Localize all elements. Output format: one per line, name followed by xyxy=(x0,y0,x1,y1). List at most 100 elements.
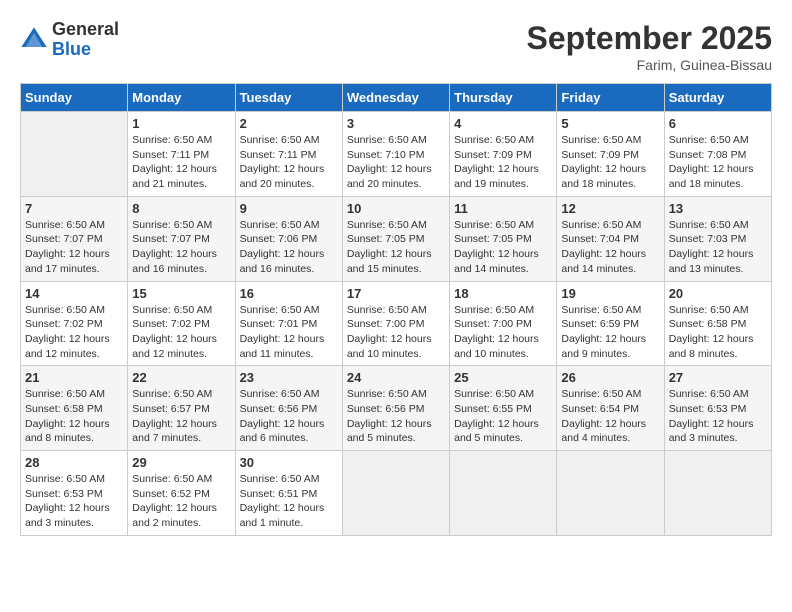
day-cell: 8Sunrise: 6:50 AM Sunset: 7:07 PM Daylig… xyxy=(128,196,235,281)
day-info: Sunrise: 6:50 AM Sunset: 7:04 PM Dayligh… xyxy=(561,218,659,277)
day-info: Sunrise: 6:50 AM Sunset: 7:11 PM Dayligh… xyxy=(240,133,338,192)
day-cell: 13 Sunrise: 6:50 AM Sunset: 7:03 PM Dayli… xyxy=(664,196,771,281)
day-cell xyxy=(450,451,557,536)
day-number: 19 xyxy=(561,286,659,301)
day-number: 15 xyxy=(132,286,230,301)
day-cell: 3Sunrise: 6:50 AM Sunset: 7:10 PM Daylig… xyxy=(342,112,449,197)
day-cell: 25Sunrise: 6:50 AM Sunset: 6:55 PM Dayli… xyxy=(450,366,557,451)
day-info: Sunrise: 6:50 AM Sunset: 6:55 PM Dayligh… xyxy=(454,387,552,446)
header-wednesday: Wednesday xyxy=(342,84,449,112)
day-number: 29 xyxy=(132,455,230,470)
calendar-body: 1 Sunrise: 6:50 AM Sunset: 7:11 PM Daylig… xyxy=(21,112,772,536)
week-row-1: 7 Sunrise: 6:50 AM Sunset: 7:07 PM Daylig… xyxy=(21,196,772,281)
day-info: Sunrise: 6:50 AM Sunset: 7:07 PM Dayligh… xyxy=(132,218,230,277)
day-info: Sunrise: 6:50 AM Sunset: 6:53 PM Dayligh… xyxy=(669,387,767,446)
header-sunday: Sunday xyxy=(21,84,128,112)
day-info: Sunrise: 6:50 AM Sunset: 7:00 PM Dayligh… xyxy=(454,303,552,362)
day-info: Sunrise: 6:50 AM Sunset: 6:53 PM Dayligh… xyxy=(25,472,123,531)
day-cell: 21 Sunrise: 6:50 AM Sunset: 6:58 PM Dayli… xyxy=(21,366,128,451)
header-row: SundayMondayTuesdayWednesdayThursdayFrid… xyxy=(21,84,772,112)
day-info: Sunrise: 6:50 AM Sunset: 6:58 PM Dayligh… xyxy=(669,303,767,362)
day-cell: 7Sunrise: 6:50 AM Sunset: 7:07 PM Daylig… xyxy=(21,196,128,281)
day-info: Sunrise: 6:50 AM Sunset: 6:56 PM Dayligh… xyxy=(240,387,338,446)
day-info: Sunrise: 6:50 AM Sunset: 6:52 PM Dayligh… xyxy=(132,472,230,531)
day-cell: 5 Sunrise: 6:50 AM Sunset: 7:09 PM Daylig… xyxy=(557,112,664,197)
day-number: 26 xyxy=(561,370,659,385)
day-info: Sunrise: 6:50 AM Sunset: 6:58 PM Dayligh… xyxy=(25,387,123,446)
title-block: September 2025 Farim, Guinea-Bissau xyxy=(527,20,772,73)
day-cell xyxy=(342,451,449,536)
day-info: Sunrise: 6:50 AM Sunset: 7:02 PM Dayligh… xyxy=(132,303,230,362)
header-tuesday: Tuesday xyxy=(235,84,342,112)
week-row-2: 14Sunrise: 6:50 AM Sunset: 7:02 PM Dayli… xyxy=(21,281,772,366)
day-number: 7 xyxy=(25,201,123,216)
day-number: 4 xyxy=(454,116,552,131)
day-info: Sunrise: 6:50 AM Sunset: 7:09 PM Dayligh… xyxy=(561,133,659,192)
day-number: 6 xyxy=(669,116,767,131)
day-info: Sunrise: 6:50 AM Sunset: 7:09 PM Dayligh… xyxy=(454,133,552,192)
day-info: Sunrise: 6:50 AM Sunset: 6:54 PM Dayligh… xyxy=(561,387,659,446)
day-info: Sunrise: 6:50 AM Sunset: 7:01 PM Dayligh… xyxy=(240,303,338,362)
day-number: 3 xyxy=(347,116,445,131)
day-number: 12 xyxy=(561,201,659,216)
day-info: Sunrise: 6:50 AM Sunset: 7:11 PM Dayligh… xyxy=(132,133,230,192)
header-friday: Friday xyxy=(557,84,664,112)
day-number: 18 xyxy=(454,286,552,301)
day-cell: 26 Sunrise: 6:50 AM Sunset: 6:54 PM Dayli… xyxy=(557,366,664,451)
day-cell xyxy=(664,451,771,536)
day-cell: 17 Sunrise: 6:50 AM Sunset: 7:00 PM Dayli… xyxy=(342,281,449,366)
day-cell: 6 Sunrise: 6:50 AM Sunset: 7:08 PM Daylig… xyxy=(664,112,771,197)
day-number: 10 xyxy=(347,201,445,216)
day-cell: 19 Sunrise: 6:50 AM Sunset: 6:59 PM Dayli… xyxy=(557,281,664,366)
day-number: 30 xyxy=(240,455,338,470)
day-cell: 16 Sunrise: 6:50 AM Sunset: 7:01 PM Dayli… xyxy=(235,281,342,366)
day-cell: 24Sunrise: 6:50 AM Sunset: 6:56 PM Dayli… xyxy=(342,366,449,451)
day-number: 5 xyxy=(561,116,659,131)
calendar-table: SundayMondayTuesdayWednesdayThursdayFrid… xyxy=(20,83,772,536)
logo-general: General xyxy=(52,20,119,40)
day-cell: 9Sunrise: 6:50 AM Sunset: 7:06 PM Daylig… xyxy=(235,196,342,281)
day-number: 16 xyxy=(240,286,338,301)
day-info: Sunrise: 6:50 AM Sunset: 7:05 PM Dayligh… xyxy=(347,218,445,277)
day-cell: 12 Sunrise: 6:50 AM Sunset: 7:04 PM Dayli… xyxy=(557,196,664,281)
month-title: September 2025 xyxy=(527,20,772,57)
day-info: Sunrise: 6:50 AM Sunset: 6:51 PM Dayligh… xyxy=(240,472,338,531)
header-monday: Monday xyxy=(128,84,235,112)
day-number: 21 xyxy=(25,370,123,385)
day-cell: 27 Sunrise: 6:50 AM Sunset: 6:53 PM Dayli… xyxy=(664,366,771,451)
calendar-header: SundayMondayTuesdayWednesdayThursdayFrid… xyxy=(21,84,772,112)
day-number: 11 xyxy=(454,201,552,216)
day-number: 22 xyxy=(132,370,230,385)
day-info: Sunrise: 6:50 AM Sunset: 6:57 PM Dayligh… xyxy=(132,387,230,446)
day-info: Sunrise: 6:50 AM Sunset: 7:05 PM Dayligh… xyxy=(454,218,552,277)
day-number: 1 xyxy=(132,116,230,131)
day-info: Sunrise: 6:50 AM Sunset: 6:59 PM Dayligh… xyxy=(561,303,659,362)
day-info: Sunrise: 6:50 AM Sunset: 7:00 PM Dayligh… xyxy=(347,303,445,362)
day-cell: 18 Sunrise: 6:50 AM Sunset: 7:00 PM Dayli… xyxy=(450,281,557,366)
day-number: 27 xyxy=(669,370,767,385)
logo-text: General Blue xyxy=(52,20,119,60)
day-number: 9 xyxy=(240,201,338,216)
day-info: Sunrise: 6:50 AM Sunset: 6:56 PM Dayligh… xyxy=(347,387,445,446)
day-cell: 15 Sunrise: 6:50 AM Sunset: 7:02 PM Dayli… xyxy=(128,281,235,366)
week-row-3: 21 Sunrise: 6:50 AM Sunset: 6:58 PM Dayli… xyxy=(21,366,772,451)
day-info: Sunrise: 6:50 AM Sunset: 7:08 PM Dayligh… xyxy=(669,133,767,192)
day-cell xyxy=(557,451,664,536)
day-number: 28 xyxy=(25,455,123,470)
day-cell: 10 Sunrise: 6:50 AM Sunset: 7:05 PM Dayli… xyxy=(342,196,449,281)
day-info: Sunrise: 6:50 AM Sunset: 7:03 PM Dayligh… xyxy=(669,218,767,277)
logo-blue: Blue xyxy=(52,40,119,60)
day-number: 17 xyxy=(347,286,445,301)
page-header: General Blue September 2025 Farim, Guine… xyxy=(20,20,772,73)
header-saturday: Saturday xyxy=(664,84,771,112)
day-cell: 29 Sunrise: 6:50 AM Sunset: 6:52 PM Dayli… xyxy=(128,451,235,536)
day-cell: 23Sunrise: 6:50 AM Sunset: 6:56 PM Dayli… xyxy=(235,366,342,451)
day-cell: 4 Sunrise: 6:50 AM Sunset: 7:09 PM Daylig… xyxy=(450,112,557,197)
day-info: Sunrise: 6:50 AM Sunset: 7:02 PM Dayligh… xyxy=(25,303,123,362)
logo-icon xyxy=(20,26,48,54)
day-cell: 30 Sunrise: 6:50 AM Sunset: 6:51 PM Dayli… xyxy=(235,451,342,536)
day-cell: 11 Sunrise: 6:50 AM Sunset: 7:05 PM Dayli… xyxy=(450,196,557,281)
day-cell xyxy=(21,112,128,197)
day-number: 13 xyxy=(669,201,767,216)
day-number: 2 xyxy=(240,116,338,131)
